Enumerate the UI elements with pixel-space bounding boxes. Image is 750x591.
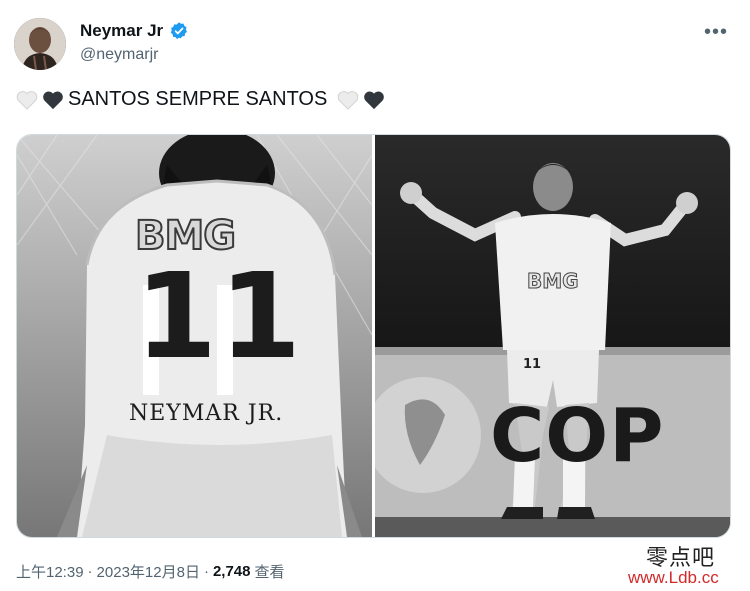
tweet: Neymar Jr @neymarjr ••• SANTOS SEMPRE SA… — [0, 0, 750, 591]
player-sponsor-text: BMG — [527, 269, 580, 294]
author-name-row: Neymar Jr — [80, 21, 189, 41]
tweet-text: SANTOS SEMPRE SANTOS — [16, 88, 385, 111]
author-display-name[interactable]: Neymar Jr — [80, 21, 163, 41]
photo-jersey-back[interactable]: BMG 11 NEYMAR JR. — [17, 135, 372, 537]
avatar-image — [14, 18, 66, 70]
white-heart-icon — [16, 90, 38, 110]
black-heart-icon — [42, 90, 64, 110]
verified-badge-icon — [169, 21, 189, 41]
jersey-number: 11 — [135, 247, 304, 385]
white-heart-icon — [337, 90, 359, 110]
more-horizontal-icon: ••• — [703, 20, 728, 43]
author-avatar[interactable] — [14, 18, 66, 70]
views-count: 2,748 — [212, 563, 251, 580]
ad-board-text: COP — [490, 393, 665, 479]
views-label: 查看 — [254, 564, 285, 581]
author-handle[interactable]: @neymarjr — [80, 46, 158, 64]
tweet-date[interactable]: 2023年12月8日 — [97, 561, 200, 582]
more-options-button[interactable]: ••• — [702, 20, 730, 43]
player-number: 11 — [523, 357, 542, 372]
jersey-name: NEYMAR JR. — [129, 401, 284, 426]
photo-celebration[interactable]: COP BMG 11 — [375, 135, 730, 537]
tweet-body: SANTOS SEMPRE SANTOS — [68, 88, 328, 110]
tweet-media: BMG 11 NEYMAR JR. COP BMG 11 — [16, 134, 731, 538]
black-heart-icon — [363, 90, 385, 110]
meta-separator: · — [87, 563, 93, 580]
tweet-meta: 上午12:39 · 2023年12月8日 · 2,748 查看 — [16, 561, 285, 582]
watermark-url: www.Ldb.cc — [628, 568, 719, 587]
tweet-time[interactable]: 上午12:39 — [16, 561, 84, 582]
meta-separator: · — [203, 563, 209, 580]
